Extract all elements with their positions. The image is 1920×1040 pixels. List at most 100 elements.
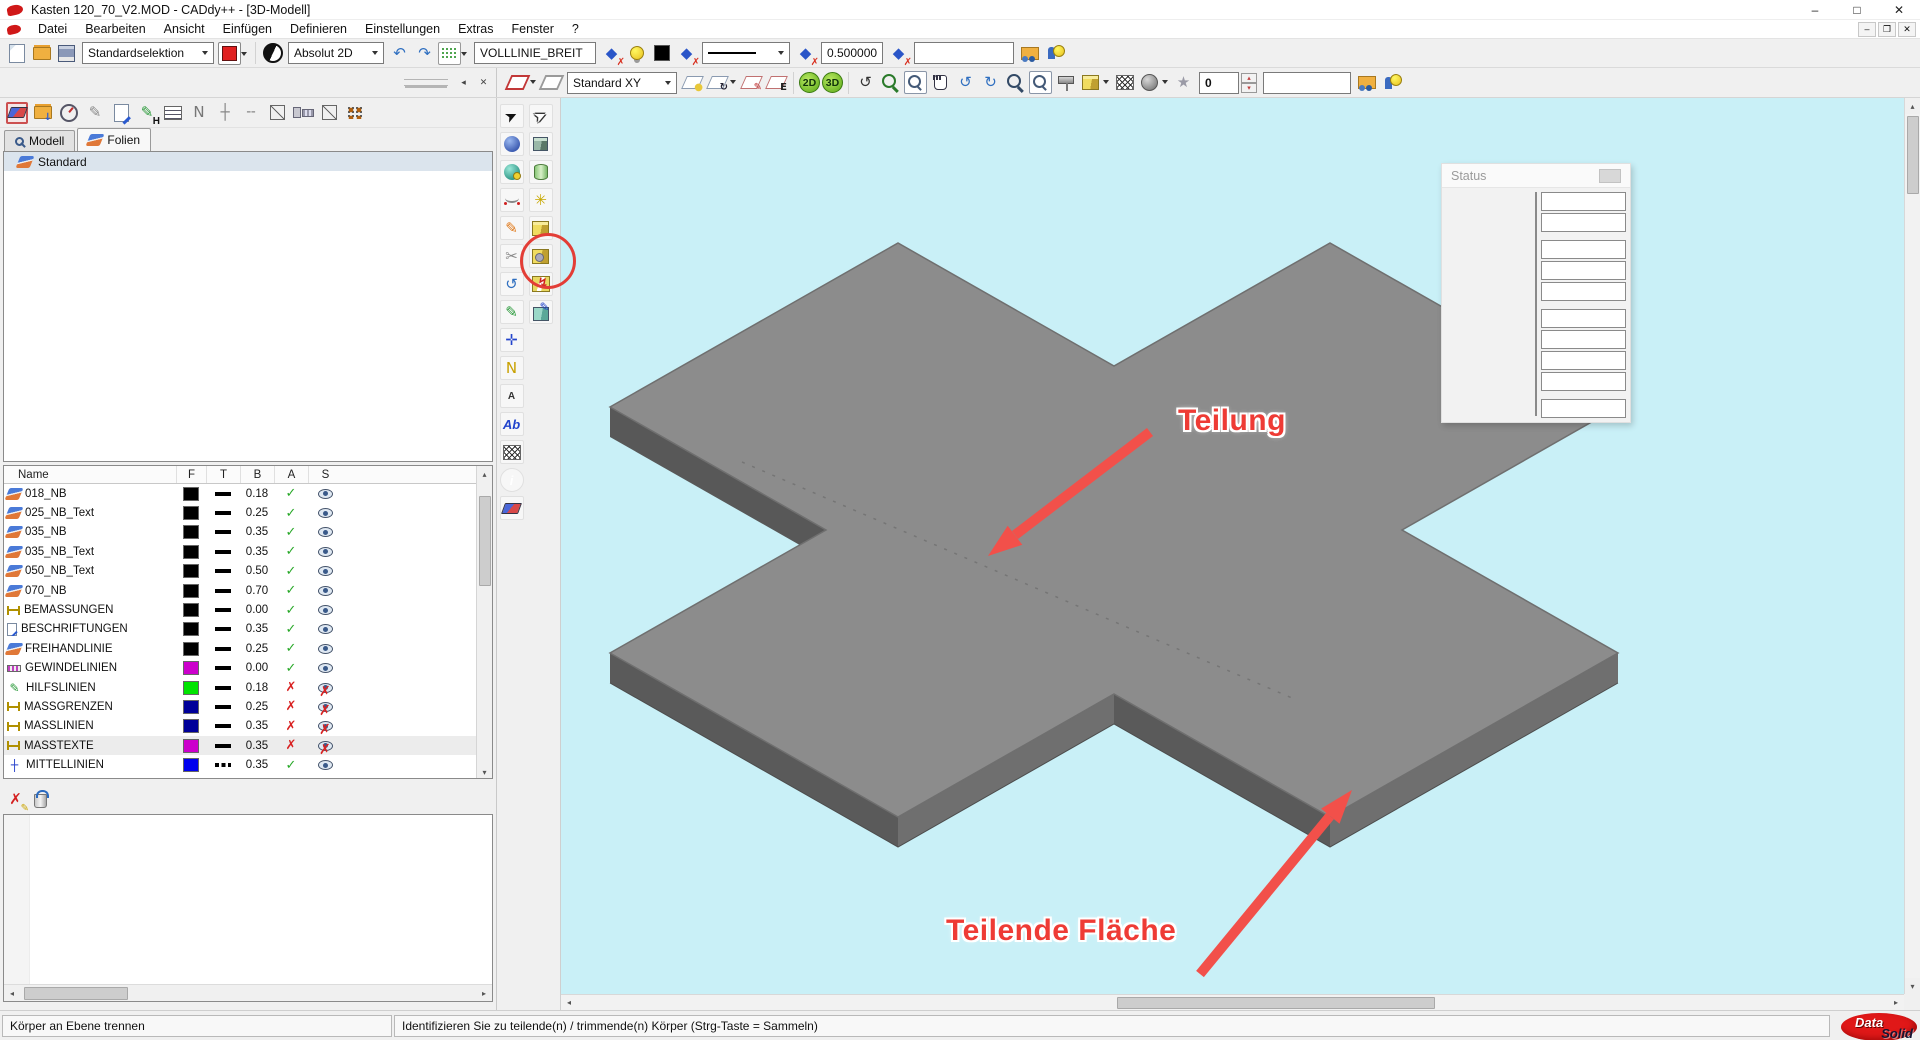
layer-linetype[interactable]: [215, 492, 231, 496]
menu-fenster[interactable]: Fenster: [503, 20, 563, 38]
layer-linetype[interactable]: [215, 569, 231, 573]
active-check-icon[interactable]: ✓: [274, 622, 308, 637]
menu-einstellungen[interactable]: Einstellungen: [356, 20, 449, 38]
layer-row-gewindelinien[interactable]: GEWINDELINIEN0.00✓: [4, 659, 492, 678]
col-t[interactable]: T: [206, 466, 240, 483]
text-tool[interactable]: Ab: [500, 412, 524, 436]
zoom-window-icon[interactable]: [904, 71, 927, 94]
layer-linetype[interactable]: [215, 705, 231, 709]
menu-datei[interactable]: Datei: [29, 20, 76, 38]
col-a[interactable]: A: [274, 466, 308, 483]
inactive-cross-icon[interactable]: ✗: [274, 699, 308, 714]
shade-sphere-button[interactable]: [1138, 71, 1161, 94]
plane-rotate-icon[interactable]: ↻: [706, 71, 729, 94]
view-3d-button[interactable]: 3D: [822, 72, 843, 93]
edit-sheet-icon[interactable]: [110, 102, 132, 124]
centerline-cross-icon[interactable]: ┼: [214, 102, 236, 124]
counter-spinner[interactable]: 0 ▴▾: [1199, 72, 1257, 94]
pan-hand-icon[interactable]: [929, 71, 952, 94]
visible-eye-icon[interactable]: [318, 586, 333, 596]
coordinate-mode-combo[interactable]: Absolut 2D: [288, 42, 384, 64]
layer-width[interactable]: 0.25: [240, 701, 274, 713]
layer-linetype[interactable]: [215, 550, 231, 554]
sphere-edit-tool[interactable]: [500, 160, 524, 184]
close-button[interactable]: ✕: [1878, 0, 1920, 20]
hatch-tool[interactable]: [500, 440, 524, 464]
point-tool[interactable]: ✛: [500, 328, 524, 352]
scroll-left-icon[interactable]: ◂: [4, 985, 20, 1002]
scroll-thumb[interactable]: [1907, 116, 1919, 194]
layer-linetype[interactable]: [215, 647, 231, 651]
layer-color-swatch[interactable]: [183, 525, 199, 539]
render-mode-button[interactable]: [1079, 71, 1102, 94]
layer-width[interactable]: 0.35: [240, 759, 274, 771]
scroll-thumb[interactable]: [1117, 997, 1435, 1009]
col-name[interactable]: Name: [4, 469, 176, 481]
visible-eye-icon[interactable]: [318, 663, 333, 673]
active-check-icon[interactable]: ✓: [274, 525, 308, 540]
layer-color-swatch[interactable]: [183, 719, 199, 733]
paint-roller-icon[interactable]: [1054, 71, 1077, 94]
delete-entries-icon[interactable]: ✗✎: [4, 788, 27, 811]
layer-width[interactable]: 0.35: [240, 720, 274, 732]
layer-linetype[interactable]: [215, 589, 231, 593]
apply-width-icon[interactable]: ◆✗: [794, 42, 817, 65]
linestyle-combo[interactable]: [702, 42, 790, 64]
pencil-orange-tool[interactable]: ✎: [500, 216, 524, 240]
visible-eye-icon[interactable]: [318, 624, 333, 634]
layer-row-masstexte[interactable]: MASSTEXTE0.35✗✗: [4, 736, 492, 755]
inactive-cross-icon[interactable]: ✗: [274, 738, 308, 753]
layer-color-swatch[interactable]: [183, 681, 199, 695]
zoom-all-icon[interactable]: [1004, 71, 1027, 94]
visible-eye-icon[interactable]: [318, 547, 333, 557]
layer-width[interactable]: 0.18: [240, 682, 274, 694]
layer-linetype[interactable]: [215, 744, 231, 748]
redo-icon[interactable]: ↷: [413, 42, 436, 65]
layer-linetype[interactable]: [215, 530, 231, 534]
scroll-right-icon[interactable]: ▸: [476, 985, 492, 1002]
plane-edit-icon[interactable]: E: [765, 71, 788, 94]
workplane-gray-icon[interactable]: [540, 71, 563, 94]
layer-row-mittellinien[interactable]: ┼MITTELLINIEN0.35✓: [4, 755, 492, 774]
aperture-icon[interactable]: [261, 42, 284, 65]
workplane-combo[interactable]: Standard XY: [567, 72, 677, 94]
layer-row-massgrenzen[interactable]: MASSGRENZEN0.25✗✗: [4, 697, 492, 716]
axis-tool[interactable]: ✳: [529, 188, 553, 212]
visible-eye-icon[interactable]: [318, 760, 333, 770]
layer-color-swatch[interactable]: [183, 584, 199, 598]
visible-eye-icon[interactable]: [318, 566, 333, 576]
minimize-button[interactable]: –: [1794, 0, 1836, 20]
layer-linetype[interactable]: [215, 608, 231, 612]
workplane-red-button[interactable]: [506, 71, 529, 94]
viewport-3d[interactable]: Teilung Teilende Fläche Status: [561, 98, 1904, 994]
visible-eye-icon[interactable]: [318, 489, 333, 499]
col-b[interactable]: B: [240, 466, 274, 483]
child-close-button[interactable]: ✕: [1898, 22, 1916, 37]
layer-row-035_nb_text[interactable]: 035_NB_Text0.35✓: [4, 542, 492, 561]
apply-linetype-icon[interactable]: ◆✗: [600, 42, 623, 65]
linetype-field[interactable]: VOLLLINIE_BREIT: [474, 42, 596, 64]
tab-modell[interactable]: Modell: [4, 130, 75, 151]
favorite-icon[interactable]: ★: [1172, 71, 1195, 94]
layer-linetype[interactable]: [215, 724, 231, 728]
pen-box-tool[interactable]: ✎: [529, 300, 553, 324]
col-f[interactable]: F: [176, 466, 206, 483]
visible-eye-icon[interactable]: [318, 527, 333, 537]
selection-color-button[interactable]: [218, 42, 241, 65]
active-check-icon[interactable]: ✓: [274, 641, 308, 656]
scroll-down-icon[interactable]: ▾: [477, 764, 493, 779]
zoom-sheet-icon[interactable]: [1029, 71, 1052, 94]
assistant-bulb-icon[interactable]: [1380, 71, 1403, 94]
group-folder-icon[interactable]: [1355, 71, 1378, 94]
zigzag-lines-icon[interactable]: N: [188, 102, 210, 124]
linewidth-field[interactable]: 0.500000: [821, 42, 883, 64]
layer-width[interactable]: 0.35: [240, 740, 274, 752]
draw-pencil-icon[interactable]: ✎: [84, 102, 106, 124]
import-folder-icon[interactable]: ↓: [32, 102, 54, 124]
scroll-right-icon[interactable]: ▸: [1888, 994, 1904, 1011]
scroll-down-icon[interactable]: ▾: [1905, 978, 1920, 994]
purge-bucket-icon[interactable]: [29, 788, 52, 811]
scroll-up-icon[interactable]: ▴: [1905, 98, 1920, 114]
collapse-panel-button[interactable]: ◂: [456, 75, 471, 90]
menu-?[interactable]: ?: [563, 20, 588, 38]
